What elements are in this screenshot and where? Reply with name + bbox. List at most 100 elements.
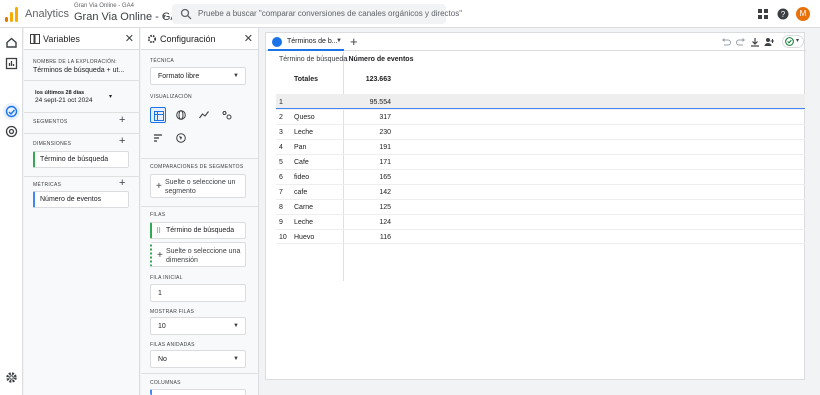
metrics-label: MÉTRICAS (33, 182, 62, 188)
scatter-icon (222, 111, 232, 120)
start-row-input[interactable]: 1 (150, 284, 246, 302)
donut-viz-button[interactable] (173, 107, 189, 123)
tab-label: Términos de b... (287, 38, 338, 45)
totals-value: 123.663 (365, 76, 391, 83)
bar-viz-button[interactable] (150, 130, 166, 146)
date-range-dropdown-icon[interactable]: ▾ (109, 93, 112, 100)
table-row[interactable]: 4 Pan 191 (276, 139, 805, 154)
search-placeholder: Pruebe a buscar "comparar conversiones d… (198, 9, 463, 18)
nested-rows-select[interactable]: No ▼ (150, 350, 246, 368)
geo-map-icon (176, 133, 186, 143)
dimension-column-header[interactable]: Término de búsqueda (279, 56, 347, 63)
metric-chip-label: Número de eventos (40, 196, 102, 203)
segment-comparisons-label: COMPARACIONES DE SEGMENTOS (150, 164, 244, 170)
show-rows-value: 10 (158, 323, 166, 330)
table-viz-button[interactable] (150, 107, 166, 123)
totals-label: Totales (294, 76, 318, 83)
left-nav (0, 28, 23, 395)
settings-gear-icon (147, 34, 157, 44)
dimension-chip[interactable]: Término de búsqueda (33, 151, 129, 168)
variables-title: Variables (43, 34, 80, 44)
table-row[interactable]: 6 fideo 165 (276, 169, 805, 184)
row-dimension-label: Término de búsqueda (166, 227, 235, 234)
row-dimension-chip[interactable]: ⠿ Término de búsqueda (150, 222, 246, 239)
metric-column-header[interactable]: ↓Número de eventos (345, 56, 413, 63)
exploration-name[interactable]: Términos de búsqueda + ut... (33, 67, 124, 74)
redo-icon[interactable] (736, 37, 746, 47)
config-header: Configuración ✕ (141, 28, 258, 50)
avatar[interactable]: M (796, 7, 810, 21)
chevron-down-icon: ▾ (796, 38, 800, 44)
row-drop-zone[interactable]: + Suelte o seleccione una dimensión (150, 242, 246, 267)
row-drop-text: Suelte o seleccione una dimensión (166, 248, 241, 264)
date-range-label[interactable]: los últimos 28 días (35, 90, 84, 96)
start-row-label: FILA INICIAL (150, 275, 183, 281)
add-segment-button[interactable]: + (119, 114, 125, 126)
chevron-down-icon[interactable]: ▾ (162, 12, 166, 21)
share-user-icon[interactable] (764, 37, 774, 47)
table-row[interactable]: 3 Leche 230 (276, 124, 805, 139)
geo-viz-button[interactable] (173, 130, 189, 146)
metric-chip[interactable]: Número de eventos (33, 191, 129, 208)
variables-panel: Variables ✕ NOMBRE DE LA EXPLORACIÓN: Té… (24, 28, 140, 395)
table-row[interactable]: 5 Cafe 171 (276, 154, 805, 169)
home-icon[interactable] (5, 36, 18, 49)
close-icon[interactable]: ✕ (244, 32, 253, 45)
table-row[interactable]: 9 Leche 124 (276, 214, 805, 229)
columns-label: COLUMNAS (150, 380, 181, 386)
settings-gear-icon[interactable] (5, 371, 18, 384)
download-icon[interactable] (750, 37, 760, 47)
variables-header: Variables ✕ (24, 28, 139, 50)
line-viz-button[interactable] (196, 107, 212, 123)
status-check-button[interactable]: ▾ (782, 35, 804, 48)
exploration-name-label: NOMBRE DE LA EXPLORACIÓN: (33, 59, 117, 65)
segment-drop-zone[interactable]: + Suelte o seleccione un segmento (150, 174, 246, 198)
segments-label: SEGMENTOS (33, 119, 68, 125)
technique-select[interactable]: Formato libre ▼ (150, 67, 246, 85)
search-icon (180, 8, 192, 20)
add-metric-button[interactable]: + (119, 177, 125, 189)
table-row[interactable]: 1 95.554 (276, 94, 805, 109)
property-selector[interactable]: Gran Via Online - GA4 (74, 11, 184, 23)
help-icon[interactable]: ? (777, 8, 789, 20)
top-bar: Analytics Gran Via Online - GA4 Gran Via… (0, 0, 820, 28)
tab-bar: Términos de b... ▼ + ▾ (266, 33, 806, 51)
chevron-down-icon: ▼ (233, 356, 239, 362)
nested-rows-label: FILAS ANIDADAS (150, 342, 195, 348)
show-rows-select[interactable]: 10 ▼ (150, 317, 246, 335)
date-range[interactable]: 24 sept-21 oct 2024 (35, 97, 92, 104)
reports-icon[interactable] (5, 57, 18, 70)
app-name: Analytics (25, 8, 70, 20)
advertising-target-icon[interactable] (5, 125, 18, 138)
exploration-canvas: Términos de b... ▼ + ▾ Término de búsque… (265, 32, 806, 380)
svg-text:?: ? (781, 10, 786, 19)
add-icon: + (156, 181, 162, 192)
column-drop-zone[interactable] (150, 389, 246, 395)
technique-label: TÉCNICA (150, 58, 175, 64)
add-tab-button[interactable]: + (350, 34, 358, 49)
bar-chart-icon (154, 134, 162, 142)
start-row-value: 1 (158, 290, 162, 297)
visualization-label: VISUALIZACIÓN (150, 94, 192, 100)
dimension-chip-label: Término de búsqueda (40, 156, 109, 163)
search-input[interactable]: Pruebe a buscar "comparar conversiones d… (172, 4, 462, 24)
table-row[interactable]: 2 Queso 317 (276, 109, 805, 124)
variables-icon (30, 34, 40, 44)
segment-drop-text: Suelte o seleccione un segmento (165, 179, 236, 195)
advertising-icon[interactable] (5, 97, 18, 110)
close-icon[interactable]: ✕ (125, 32, 134, 45)
technique-value: Formato libre (158, 73, 200, 80)
rows-label: FILAS (150, 212, 166, 218)
scatter-viz-button[interactable] (219, 107, 235, 123)
show-rows-label: MOSTRAR FILAS (150, 309, 195, 315)
add-dimension-button[interactable]: + (119, 135, 125, 147)
drag-handle-icon[interactable]: ⠿ (156, 227, 161, 235)
table-row[interactable]: 10 Huevo 116 (276, 229, 805, 244)
table-row[interactable]: 8 Carne 125 (276, 199, 805, 214)
undo-icon[interactable] (721, 37, 731, 47)
chevron-down-icon[interactable]: ▼ (336, 38, 342, 44)
tab-exploration[interactable]: Términos de b... ▼ (268, 33, 344, 51)
analytics-logo-icon[interactable] (5, 6, 19, 22)
table-row[interactable]: 7 cafe 142 (276, 184, 805, 199)
apps-grid-icon[interactable] (757, 8, 769, 20)
